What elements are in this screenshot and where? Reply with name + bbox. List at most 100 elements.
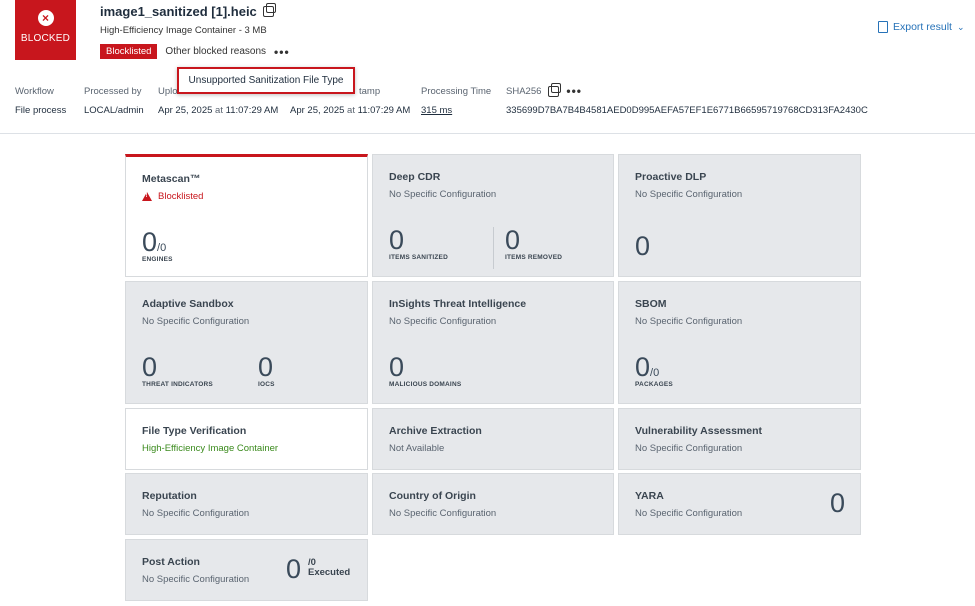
- card-sbom[interactable]: SBOM No Specific Configuration 0/0 PACKA…: [618, 281, 861, 404]
- processed-by-value: LOCAL/admin: [84, 105, 144, 116]
- metric-value: 0: [286, 554, 302, 584]
- timestamp-value: Apr 25, 2025 at 11:07:29 AM: [290, 105, 410, 116]
- metric-caption: Executed: [308, 567, 351, 579]
- card-sub: High-Efficiency Image Container: [142, 443, 279, 454]
- sha-header: SHA256 •••: [506, 82, 582, 98]
- metric-value: 0: [635, 231, 651, 261]
- card-title: Proactive DLP: [635, 171, 707, 183]
- card-title: Vulnerability Assessment: [635, 425, 763, 437]
- filename: image1_sanitized [1].heic: [100, 4, 257, 19]
- metric-caption: IOCS: [258, 381, 275, 388]
- card-sub: No Specific Configuration: [389, 189, 497, 200]
- metric-value: 0: [389, 352, 405, 382]
- header-divider: [0, 133, 975, 134]
- metric-value: 0: [142, 352, 158, 382]
- export-label: Export result: [893, 21, 952, 33]
- card-title: Archive Extraction: [389, 425, 482, 437]
- sha-more-button[interactable]: •••: [566, 84, 582, 98]
- card-file-type-verification[interactable]: File Type Verification High-Efficiency I…: [125, 408, 368, 470]
- card-sub: No Specific Configuration: [635, 508, 743, 519]
- upload-label: Uplo: [158, 86, 178, 97]
- card-insights[interactable]: InSights Threat Intelligence No Specific…: [372, 281, 614, 404]
- card-sub: Not Available: [389, 443, 445, 454]
- card-sub: No Specific Configuration: [635, 316, 743, 327]
- upload-time: 11:07:29 AM: [225, 105, 279, 116]
- card-title: File Type Verification: [142, 425, 247, 437]
- metric-caption: ITEMS REMOVED: [505, 254, 563, 261]
- metric-number: 0: [142, 227, 158, 257]
- chevron-down-icon: ⌄: [956, 21, 965, 32]
- metric-denominator: /0: [650, 367, 660, 379]
- metric-value: 0: [830, 488, 846, 518]
- card-sub: No Specific Configuration: [389, 316, 497, 327]
- card-status-text: Blocklisted: [158, 191, 204, 202]
- timestamp-at: at: [347, 105, 355, 116]
- file-info: High-Efficiency Image Container - 3 MB: [100, 25, 267, 36]
- card-adaptive-sandbox[interactable]: Adaptive Sandbox No Specific Configurati…: [125, 281, 368, 404]
- processing-time-label: Processing Time: [421, 86, 492, 97]
- card-proactive-dlp[interactable]: Proactive DLP No Specific Configuration …: [618, 154, 861, 277]
- metric-value: 0/0: [142, 229, 166, 256]
- metric-value: 0: [505, 225, 521, 255]
- copy-icon[interactable]: [262, 3, 276, 17]
- more-reasons-button[interactable]: •••: [274, 45, 290, 59]
- timestamp-time: 11:07:29 AM: [357, 105, 411, 116]
- warning-icon: [142, 192, 152, 201]
- other-blocked-reasons: Other blocked reasons: [165, 46, 267, 57]
- metric-divider: [493, 227, 494, 269]
- workflow-label: Workflow: [15, 86, 54, 97]
- card-sub: No Specific Configuration: [142, 316, 250, 327]
- workflow-value: File process: [15, 105, 67, 116]
- metric-value: 0: [258, 352, 274, 382]
- card-sub: No Specific Configuration: [635, 189, 743, 200]
- processing-time-value[interactable]: 315 ms: [421, 105, 452, 116]
- upload-at: at: [215, 105, 223, 116]
- sha-value: 335699D7BA7B4B4581AED0D995AEFA57EF1E6771…: [506, 105, 868, 116]
- card-sub: No Specific Configuration: [635, 443, 743, 454]
- card-reputation[interactable]: Reputation No Specific Configuration: [125, 473, 368, 535]
- card-title: Country of Origin: [389, 490, 476, 502]
- status-label: BLOCKED: [20, 33, 71, 44]
- metric-caption: PACKAGES: [635, 381, 673, 388]
- card-metascan[interactable]: Metascan™ Blocklisted 0/0 ENGINES: [125, 154, 368, 277]
- card-title: Metascan™: [142, 173, 201, 185]
- card-country-of-origin[interactable]: Country of Origin No Specific Configurat…: [372, 473, 614, 535]
- metric-caption: ENGINES: [142, 256, 173, 263]
- upload-date: Apr 25, 2025: [158, 105, 213, 116]
- card-archive-extraction[interactable]: Archive Extraction Not Available: [372, 408, 614, 470]
- upload-value: Apr 25, 2025 at 11:07:29 AM: [158, 105, 278, 116]
- metric-denominator: /0: [157, 242, 167, 254]
- timestamp-label: tamp: [359, 86, 381, 97]
- metric-caption: THREAT INDICATORS: [142, 381, 213, 388]
- metric-value: 0/0: [635, 354, 659, 381]
- blocklisted-badge: Blocklisted: [100, 44, 158, 59]
- card-sub: No Specific Configuration: [389, 508, 497, 519]
- sha-label: SHA256: [506, 85, 542, 97]
- card-title: Deep CDR: [389, 171, 441, 183]
- processing-time-link[interactable]: 315 ms: [421, 105, 452, 116]
- card-yara[interactable]: YARA No Specific Configuration 0: [618, 473, 861, 535]
- card-post-action[interactable]: Post Action No Specific Configuration 0 …: [125, 539, 368, 601]
- metric-caption: MALICIOUS DOMAINS: [389, 381, 462, 388]
- card-sub: No Specific Configuration: [142, 508, 250, 519]
- card-title: Reputation: [142, 490, 197, 502]
- badge-row: Blocklisted Other blocked reasons •••: [100, 44, 290, 59]
- card-title: Adaptive Sandbox: [142, 298, 234, 310]
- metric-caption: ITEMS SANITIZED: [389, 254, 448, 261]
- metric-number: 0: [635, 352, 651, 382]
- executed-label: /0 Executed: [308, 557, 351, 579]
- blocked-status-box: × BLOCKED: [15, 0, 76, 60]
- blocked-reason-tooltip: Unsupported Sanitization File Type: [177, 67, 355, 94]
- export-result-button[interactable]: Export result ⌄: [878, 21, 965, 33]
- close-circle-icon: ×: [37, 10, 54, 26]
- metric-value: 0: [389, 225, 405, 255]
- card-vulnerability-assessment[interactable]: Vulnerability Assessment No Specific Con…: [618, 408, 861, 470]
- card-title: InSights Threat Intelligence: [389, 298, 527, 310]
- copy-icon[interactable]: [548, 82, 562, 97]
- export-icon: [878, 21, 888, 33]
- card-title: YARA: [635, 490, 664, 502]
- timestamp-date: Apr 25, 2025: [290, 105, 345, 116]
- processed-by-label: Processed by: [84, 86, 142, 97]
- card-deep-cdr[interactable]: Deep CDR No Specific Configuration 0 ITE…: [372, 154, 614, 277]
- file-title: image1_sanitized [1].heic: [100, 3, 276, 19]
